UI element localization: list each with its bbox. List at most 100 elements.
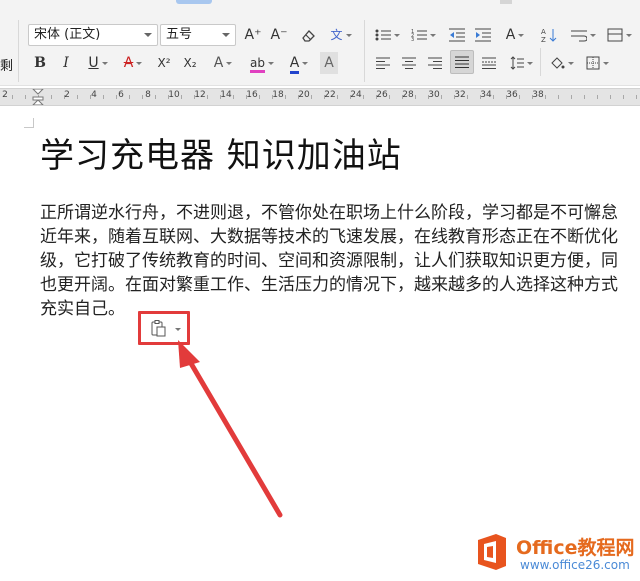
office-logo-icon [478,534,506,570]
char-shading-button[interactable]: A [320,52,338,74]
document-title[interactable]: 学习充电器 知识加油站 [40,128,402,177]
highlight-button[interactable]: ab [246,52,278,74]
page-margin-corner [24,118,34,128]
paragraph-line[interactable]: 正所谓逆水行舟，不进则退，不管你处在职场上什么阶段，学习都是不可懈怠 [40,198,618,223]
align-left-icon [376,57,390,69]
chevron-down-icon [589,33,596,37]
active-tab-indicator [176,0,212,4]
ruler-number: 20 [298,90,310,100]
chevron-down-icon [222,33,230,37]
svg-text:A: A [541,28,546,36]
chevron-down-icon [144,33,152,37]
show-hide-button[interactable] [604,24,634,46]
shrink-font-icon: A⁻ [270,27,288,43]
chevron-down-icon [567,61,574,65]
line-break-icon [570,30,588,42]
ruler-number: 18 [272,90,284,100]
line-spacing-icon [510,56,524,70]
shrink-font-button[interactable]: A⁻ [270,24,288,46]
tab-indicator [500,0,512,4]
increase-indent-icon [475,28,491,42]
subscript-button[interactable]: X₂ [180,52,200,74]
font-name-select[interactable]: 宋体 (正文) [28,24,158,46]
grow-font-icon: A⁺ [244,27,262,43]
chevron-down-icon [518,33,525,37]
numbered-list-icon: 123 [411,29,427,43]
font-name-value: 宋体 (正文) [34,27,101,42]
ruler-number: 6 [118,90,124,100]
text-effect-icon: A [213,55,224,71]
grow-font-button[interactable]: A⁺ [244,24,262,46]
watermark-brand: Office教程网 [516,537,635,559]
align-right-button[interactable] [426,52,444,74]
char-shading-icon: A [324,55,334,71]
clear-format-button[interactable] [298,24,318,46]
chevron-down-icon [393,33,400,37]
paragraph-line[interactable]: 也更开阔。在面对繁重工作、生活压力的情况下，越来越多的人选择这种方式 [40,270,618,295]
paragraph-line[interactable]: 级，它打破了传统教育的时间、空间和资源限制，让人们获取知识更方便，同 [40,246,618,271]
ruler-number: 36 [506,90,518,100]
font-size-value: 五号 [166,27,193,42]
increase-indent-button[interactable] [474,24,492,46]
chevron-down-icon [267,62,274,65]
format-painter-label[interactable]: 剩 [0,55,13,74]
ruler-number: 4 [91,90,97,100]
chevron-down-icon [625,33,632,37]
borders-button[interactable] [582,52,612,74]
highlighter-icon: ab [250,56,265,73]
eraser-icon [302,30,315,42]
sort-button[interactable]: AZ [540,24,558,46]
ruler-number: 10 [168,90,180,100]
svg-text:Z: Z [541,36,546,43]
sort-icon: AZ [541,28,557,44]
subscript-icon: X₂ [183,56,197,70]
underline-button[interactable]: U [84,52,112,74]
line-break-button[interactable] [568,24,598,46]
indent-marker-icon[interactable] [32,89,44,105]
font-color-button[interactable]: A [284,52,314,74]
superscript-button[interactable]: X² [154,52,174,74]
group-separator [540,48,541,76]
ruler-number: 8 [145,90,151,100]
ruler-number: 2 [64,90,70,100]
line-spacing-button[interactable] [506,52,536,74]
shading-button[interactable] [546,52,576,74]
ruler-number: 14 [220,90,232,100]
ruler-number: 22 [324,90,336,100]
ruler-number: 26 [376,90,388,100]
paste-options-button[interactable] [149,319,183,339]
chevron-down-icon [101,61,108,65]
decrease-indent-button[interactable] [448,24,466,46]
chevron-down-icon [136,61,143,65]
numbered-list-button[interactable]: 123 [408,24,438,46]
justify-button[interactable] [450,50,474,74]
strikethrough-icon: A [123,55,134,71]
paragraph-line[interactable]: 充实自己。 [40,294,125,319]
bold-button[interactable]: B [32,52,48,74]
align-left-button[interactable] [374,52,392,74]
horizontal-ruler[interactable]: 2 2 4 6 8 10 12 14 16 18 20 22 24 26 28 … [0,88,640,106]
ruler-number: 30 [428,90,440,100]
align-center-icon [402,57,416,69]
borders-icon [586,56,599,70]
italic-button[interactable]: I [58,52,74,74]
align-center-button[interactable] [400,52,418,74]
ruler-number: 32 [454,90,466,100]
ruler-number: 16 [246,90,258,100]
ruler-number: 2 [2,90,8,100]
text-effect-button[interactable]: A [208,52,238,74]
distribute-button[interactable] [480,52,498,74]
paragraph-line[interactable]: 近年来，随着互联网、大数据等技术的飞速发展，在线教育形态正在不断优化 [40,222,618,247]
font-size-select[interactable]: 五号 [160,24,236,46]
text-direction-button[interactable]: A [500,24,530,46]
ruler-number: 34 [480,90,492,100]
ruler-number: 24 [350,90,362,100]
strikethrough-button[interactable]: A [118,52,148,74]
chevron-down-icon [302,61,309,65]
paste-options-highlight [138,311,190,345]
chevron-down-icon [526,61,533,65]
chevron-down-icon [429,33,436,37]
phonetic-guide-button[interactable]: 文 [326,24,356,46]
align-right-icon [428,57,442,69]
bullet-list-button[interactable] [372,24,402,46]
